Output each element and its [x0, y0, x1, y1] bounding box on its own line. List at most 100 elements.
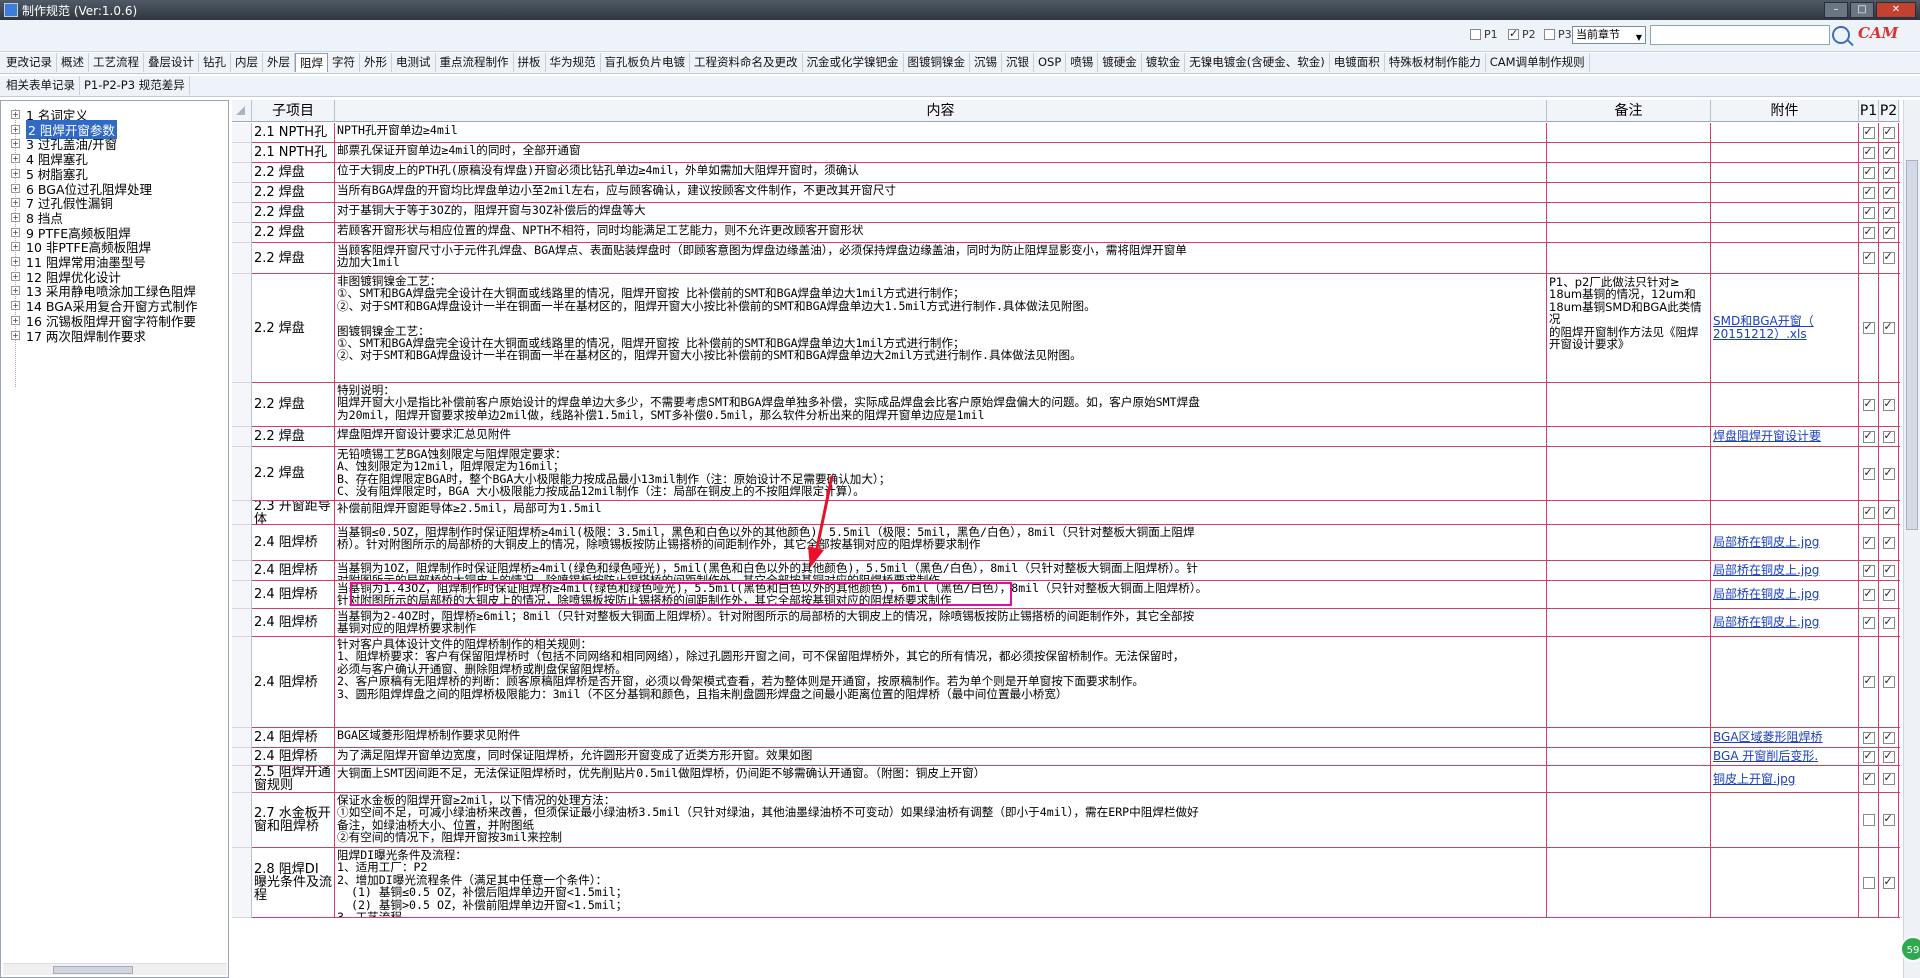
- p1-checkbox[interactable]: [1862, 615, 1875, 629]
- tab-28[interactable]: CAM调单制作规则: [1486, 53, 1590, 72]
- expand-icon[interactable]: +: [11, 110, 20, 119]
- p1-checkbox[interactable]: [1862, 814, 1875, 826]
- p2-checkbox[interactable]: [1882, 397, 1895, 411]
- expand-icon[interactable]: +: [11, 139, 20, 149]
- p2-checkbox[interactable]: [1882, 771, 1895, 785]
- p2-checkbox[interactable]: [1882, 250, 1895, 264]
- tab-9[interactable]: 字符: [328, 53, 360, 72]
- row-header[interactable]: [232, 163, 252, 183]
- tab-22[interactable]: 喷锡: [1066, 53, 1099, 72]
- p1-checkbox[interactable]: [1862, 145, 1875, 159]
- close-button[interactable]: ✕: [1876, 2, 1916, 18]
- p2-checkbox[interactable]: [1882, 812, 1895, 826]
- row-header[interactable]: [232, 447, 252, 501]
- cell-attachment[interactable]: BGA区域菱形阻焊桥: [1711, 728, 1859, 748]
- row-header[interactable]: [232, 143, 252, 163]
- row-header[interactable]: [232, 383, 252, 427]
- tab-14[interactable]: 华为规范: [546, 53, 601, 72]
- p2-checkbox[interactable]: [1882, 205, 1895, 219]
- p2-checkbox[interactable]: [1882, 674, 1895, 688]
- tab-16[interactable]: 工程资料命名及更改: [690, 53, 803, 72]
- tab-5[interactable]: 钻孔: [199, 53, 231, 72]
- p1-checkbox[interactable]: [1862, 749, 1875, 763]
- p2-checkbox[interactable]: [1882, 185, 1895, 199]
- expand-icon[interactable]: +: [11, 124, 20, 134]
- row-header[interactable]: [232, 525, 252, 561]
- expand-icon[interactable]: +: [11, 154, 20, 164]
- p2-checkbox[interactable]: [1882, 875, 1895, 889]
- search-input[interactable]: [1650, 25, 1830, 45]
- p2-checkbox[interactable]: [1882, 145, 1895, 159]
- tab-21[interactable]: OSP: [1034, 53, 1067, 72]
- p1-checkbox[interactable]: [1862, 320, 1875, 334]
- floating-badge[interactable]: 59: [1900, 936, 1920, 962]
- cell-attachment[interactable]: 焊盘阻焊开窗设计要: [1711, 427, 1859, 447]
- p1-checkbox[interactable]: [1862, 125, 1875, 139]
- tree-item[interactable]: +17 两次阻焊制作要求: [11, 328, 146, 344]
- p1-checkbox[interactable]: [1862, 674, 1875, 688]
- row-header[interactable]: [232, 793, 252, 848]
- tab-26[interactable]: 电镀面积: [1330, 53, 1385, 72]
- scrollbar-thumb[interactable]: [1906, 160, 1918, 530]
- tab-15[interactable]: 盲孔板负片电镀: [601, 53, 690, 72]
- cell-attachment[interactable]: 局部桥在铜皮上.jpg: [1711, 609, 1859, 637]
- tab-6[interactable]: 内层: [231, 53, 263, 72]
- row-header[interactable]: [232, 637, 252, 728]
- tab-25[interactable]: 无镍电镀金(含硬金、软金): [1185, 53, 1330, 72]
- tab-11[interactable]: 电测试: [392, 53, 436, 72]
- cell-attachment[interactable]: 局部桥在铜皮上.jpg: [1711, 525, 1859, 561]
- tab-23[interactable]: 镀硬金: [1098, 53, 1142, 72]
- p1-checkbox[interactable]: [1862, 205, 1875, 219]
- filter-p2[interactable]: P2: [1508, 27, 1536, 41]
- p1-checkbox[interactable]: [1862, 397, 1875, 411]
- p1-checkbox[interactable]: [1862, 165, 1875, 179]
- tab-17[interactable]: 沉金或化学镍钯金: [803, 53, 904, 72]
- p2-checkbox[interactable]: [1882, 615, 1895, 629]
- tab-13[interactable]: 拼板: [514, 53, 546, 72]
- p1-checkbox[interactable]: [1862, 730, 1875, 744]
- p1-checkbox[interactable]: [1862, 535, 1875, 549]
- tab-3[interactable]: 工艺流程: [89, 53, 144, 72]
- row-header[interactable]: [232, 123, 252, 143]
- tab-20[interactable]: 沉银: [1002, 53, 1034, 72]
- table-corner[interactable]: [232, 100, 252, 122]
- p2-checkbox[interactable]: [1882, 125, 1895, 139]
- expand-icon[interactable]: +: [11, 183, 20, 193]
- search-icon[interactable]: [1832, 26, 1850, 44]
- tab-19[interactable]: 沉锡: [970, 53, 1002, 72]
- filter-p2-checkbox[interactable]: [1508, 27, 1519, 40]
- p2-checkbox[interactable]: [1882, 320, 1895, 334]
- cell-attachment[interactable]: BGA 开窗削后变形.: [1711, 748, 1859, 766]
- row-header[interactable]: [232, 243, 252, 274]
- expand-icon[interactable]: +: [11, 257, 20, 266]
- tab-1[interactable]: 更改记录: [2, 53, 57, 72]
- expand-icon[interactable]: +: [11, 198, 20, 208]
- expand-icon[interactable]: +: [11, 301, 20, 311]
- tab-27[interactable]: 特殊板材制作能力: [1385, 53, 1486, 72]
- filter-p1-checkbox[interactable]: [1470, 29, 1481, 40]
- row-header[interactable]: [232, 501, 252, 525]
- row-header[interactable]: [232, 274, 252, 383]
- column-header-note[interactable]: 备注: [1547, 100, 1711, 122]
- filter-p3[interactable]: P3: [1544, 28, 1572, 41]
- p1-checkbox[interactable]: [1862, 225, 1875, 239]
- row-header[interactable]: [232, 609, 252, 637]
- tab-2[interactable]: 概述: [57, 53, 89, 72]
- p2-checkbox[interactable]: [1882, 749, 1895, 763]
- p1-checkbox[interactable]: [1862, 876, 1875, 889]
- p1-checkbox[interactable]: [1862, 466, 1875, 480]
- p2-checkbox[interactable]: [1882, 466, 1895, 480]
- p1-checkbox[interactable]: [1862, 587, 1875, 601]
- p2-checkbox[interactable]: [1882, 535, 1895, 549]
- cell-attachment[interactable]: 局部桥在铜皮上.jpg: [1711, 561, 1859, 581]
- cell-attachment[interactable]: SMD和BGA开窗（ 20151212）.xls: [1711, 274, 1859, 383]
- p2-checkbox[interactable]: [1882, 563, 1895, 577]
- p1-checkbox[interactable]: [1862, 429, 1875, 443]
- vertical-scrollbar[interactable]: [1903, 100, 1920, 978]
- chapter-select[interactable]: 当前章节 ▼: [1572, 26, 1646, 44]
- tab-12[interactable]: 重点流程制作: [436, 53, 514, 72]
- p2-checkbox[interactable]: [1882, 505, 1895, 519]
- maximize-button[interactable]: □: [1850, 2, 1874, 18]
- scrollbar-thumb[interactable]: [53, 966, 133, 974]
- row-header[interactable]: [232, 203, 252, 223]
